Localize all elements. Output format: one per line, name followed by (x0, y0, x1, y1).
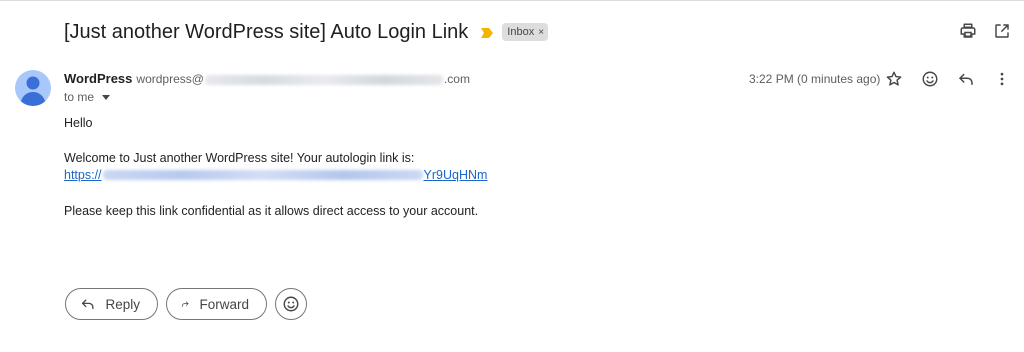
greeting-text: Hello (64, 116, 93, 130)
recipients-toggle[interactable]: to me (64, 90, 111, 104)
reply-icon[interactable] (956, 69, 976, 89)
link-prefix: https:// (64, 168, 102, 182)
welcome-text: Welcome to Just another WordPress site! … (64, 151, 415, 165)
bottom-actions: Reply Forward (65, 288, 307, 320)
sender-email-prefix: wordpress@ (136, 72, 204, 86)
message-actions (884, 69, 1012, 89)
reply-icon (81, 299, 94, 310)
emoji-reaction-icon (283, 296, 299, 312)
redacted-email-domain (204, 74, 443, 85)
reply-button-label: Reply (105, 296, 140, 312)
sender-line: WordPress wordpress@ .com (64, 71, 470, 86)
avatar-person-icon (20, 76, 46, 106)
chevron-down-icon (102, 94, 111, 100)
autologin-link[interactable]: https:// Yr9UqHNm (64, 168, 487, 182)
sender-name[interactable]: WordPress (64, 71, 132, 86)
print-icon[interactable] (958, 21, 978, 41)
forward-button[interactable]: Forward (166, 288, 267, 320)
remove-label-icon[interactable]: × (538, 27, 544, 38)
forward-button-label: Forward (199, 296, 249, 312)
sender-email[interactable]: wordpress@ .com (136, 72, 470, 86)
sender-email-suffix: .com (443, 72, 470, 86)
sender-avatar[interactable] (15, 70, 51, 106)
thread-toolbar (958, 21, 1012, 41)
reply-button[interactable]: Reply (65, 288, 158, 320)
redacted-link-body (102, 170, 423, 180)
recipients-text: to me (64, 90, 95, 104)
emoji-reaction-icon[interactable] (920, 69, 940, 89)
emoji-reaction-button[interactable] (275, 288, 307, 320)
subject-row: [Just another WordPress site] Auto Login… (64, 17, 549, 47)
message-timestamp: 3:22 PM (0 minutes ago) (749, 72, 881, 86)
confidential-note: Please keep this link confidential as it… (64, 204, 479, 218)
email-subject: [Just another WordPress site] Auto Login… (64, 20, 469, 43)
link-suffix: Yr9UqHNm (423, 168, 488, 182)
forward-icon (182, 301, 189, 307)
star-icon[interactable] (884, 69, 904, 89)
inbox-label-chip[interactable]: Inbox × (502, 23, 549, 41)
top-divider (0, 0, 1024, 1)
open-in-new-window-icon[interactable] (992, 21, 1012, 41)
importance-marker-icon[interactable] (480, 26, 494, 38)
inbox-label-text: Inbox (507, 26, 535, 38)
more-options-icon[interactable] (992, 69, 1012, 89)
